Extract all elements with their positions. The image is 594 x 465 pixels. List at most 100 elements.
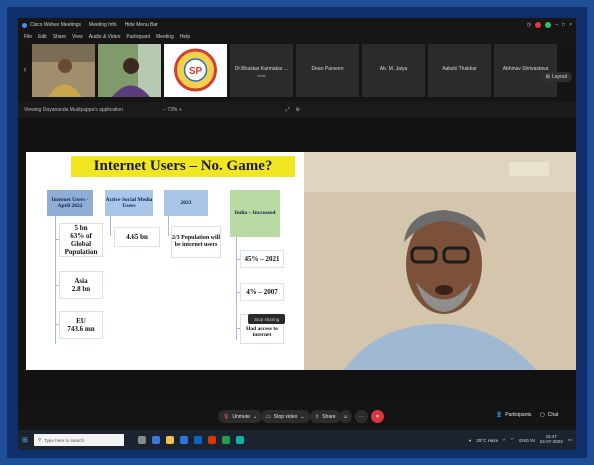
- participant-tile[interactable]: Ab. M. Jaiya: [362, 44, 425, 97]
- close-button[interactable]: ×: [569, 22, 572, 28]
- participant-name: Ab. M. Jaiya: [379, 66, 408, 72]
- stop-video-button[interactable]: ▭ Stop video ⌄: [261, 410, 310, 423]
- participant-tile[interactable]: Abhinav Shrivastava: [494, 44, 557, 97]
- task-view-icon[interactable]: [137, 436, 146, 444]
- connector-line: [168, 216, 169, 236]
- tray-arrow-icon[interactable]: ^: [503, 438, 505, 443]
- share-status-bar[interactable]: Stop sharing: [248, 314, 286, 324]
- share-label: Share: [322, 413, 336, 420]
- wifi-icon: ◠: [510, 437, 515, 442]
- shared-content-area: Internet Users – No. Game? Internet User…: [18, 118, 576, 403]
- slide-cell-asia: Asia 2.8 bn: [60, 272, 102, 298]
- participant-tile[interactable]: Dr.Bhaskar Karmakar ... Host: [230, 44, 293, 97]
- minimize-button[interactable]: –: [555, 22, 558, 28]
- speaker-man-icon: [304, 152, 576, 370]
- chrome-icon[interactable]: [221, 436, 230, 444]
- office-icon[interactable]: [207, 436, 216, 444]
- close-icon: ✕: [375, 413, 380, 420]
- slide-header-india: India – Increased: [230, 190, 280, 237]
- svg-text:SP: SP: [189, 66, 203, 77]
- participant-video-woman-icon: [32, 44, 95, 97]
- participant-video-woman-icon: [98, 44, 161, 97]
- menu-edit[interactable]: Edit: [38, 34, 47, 40]
- participant-tile-video[interactable]: [32, 44, 95, 97]
- date-text: 24-07-2022: [539, 439, 563, 444]
- menu-view[interactable]: View: [72, 34, 83, 40]
- mail-icon[interactable]: [193, 436, 202, 444]
- taskbar-apps: [137, 436, 244, 444]
- slide-cell-social: 4.65 bn: [115, 228, 159, 246]
- chevron-down-icon: ⌄: [252, 413, 258, 420]
- mic-muted-icon: 🎙: [223, 413, 230, 420]
- participant-strip: ‹ SP Dr.Bhaskar Karmakar ... Host Dean P…: [18, 42, 576, 102]
- slide-cell-2007: 4% – 2007: [241, 284, 283, 300]
- speaker-video: [304, 152, 576, 370]
- webex-taskbar-icon[interactable]: [235, 436, 244, 444]
- stop-sharing-label: Stop sharing: [254, 316, 280, 322]
- notification-icon[interactable]: ▭: [568, 437, 572, 443]
- slide-cell-2021: 45% – 2021: [241, 251, 283, 267]
- slide-cell-global: 5 bn 63% of Global Population: [60, 224, 102, 256]
- slide-header-2023: 2023: [164, 190, 208, 216]
- zoom-control[interactable]: − 73% +: [163, 107, 182, 113]
- participant-tile-logo[interactable]: SP: [164, 44, 227, 97]
- clock[interactable]: 15:47 24-07-2022: [539, 434, 563, 445]
- participants-label: Participants: [505, 412, 532, 418]
- menu-bar: File Edit Share View Audio & Video Parti…: [18, 32, 576, 42]
- taskbar-search-box[interactable]: ⚲ Type here to search: [33, 434, 124, 446]
- strip-prev-icon[interactable]: ‹: [20, 64, 30, 78]
- file-explorer-icon[interactable]: [165, 436, 174, 444]
- smile-icon: ☺: [342, 413, 349, 420]
- menu-meeting[interactable]: Meeting: [156, 34, 174, 40]
- connection-icon: [545, 22, 552, 28]
- language-indicator[interactable]: ENG IN: [519, 438, 535, 443]
- participant-name: Aakshi Thakkar: [442, 66, 477, 72]
- person-icon: 👤: [496, 412, 503, 418]
- store-icon[interactable]: [179, 436, 188, 444]
- webex-logo-icon: [22, 22, 27, 28]
- slide-cell-2023: 2/3 Population will be internet users: [172, 227, 220, 257]
- reactions-button[interactable]: ☺: [339, 410, 352, 423]
- window-controls: ◷ – □ ×: [527, 22, 572, 28]
- slide-header-internet-users: Internet Users - April 2022: [47, 190, 93, 216]
- maximize-button[interactable]: □: [562, 22, 565, 28]
- more-icon: ⋯: [359, 413, 364, 420]
- participants-button[interactable]: 👤 Participants: [496, 412, 531, 418]
- menu-share[interactable]: Share: [53, 34, 66, 40]
- unmute-button[interactable]: 🎙 Unmute ⌄: [218, 410, 263, 423]
- webex-window: Cisco Webex Meetings Meeting Info Hide M…: [18, 18, 576, 450]
- share-button[interactable]: ⇪ Share: [310, 410, 341, 423]
- edge-icon[interactable]: [151, 436, 160, 444]
- slide-cell-eu: EU 743.6 mn: [60, 312, 102, 338]
- connector-line: [236, 237, 237, 340]
- camera-icon: ▭: [266, 413, 271, 420]
- participant-tile[interactable]: Dean Parveen: [296, 44, 359, 97]
- windows-start-icon[interactable]: ⊞: [22, 436, 28, 444]
- more-options-button[interactable]: ⋯: [355, 410, 368, 423]
- slide-title: Internet Users – No. Game?: [71, 156, 295, 177]
- chevron-down-icon: ⌄: [300, 413, 305, 420]
- stop-video-label: Stop video: [273, 413, 298, 420]
- pop-out-icon[interactable]: ⤢: [286, 107, 290, 113]
- settings-gear-icon[interactable]: ⚙: [296, 107, 300, 113]
- search-icon: ⚲: [37, 437, 42, 442]
- windows-taskbar: ⊞ ⚲ Type here to search ● 29°C Haze ^ ◠ …: [18, 430, 576, 450]
- layout-icon: ⊞: [545, 74, 550, 80]
- hide-menu-bar-button[interactable]: Hide Menu Bar: [125, 22, 158, 28]
- participant-tile[interactable]: Aakshi Thakkar: [428, 44, 491, 97]
- chat-button[interactable]: ▢ Chat: [540, 412, 558, 418]
- weather-icon: ●: [468, 437, 472, 443]
- viewing-text: Viewing Dayananda Mudiyappa's applicatio…: [24, 107, 123, 113]
- menu-participant[interactable]: Participant: [126, 34, 150, 40]
- title-bar: Cisco Webex Meetings Meeting Info Hide M…: [18, 18, 576, 32]
- meeting-controls: 🎙 Unmute ⌄ ▭ Stop video ⌄ ⇪ Share ☺ ⋯ ✕ …: [18, 403, 576, 430]
- leave-meeting-button[interactable]: ✕: [371, 410, 384, 423]
- menu-audio-video[interactable]: Audio & Video: [89, 34, 121, 40]
- system-tray: ● 29°C Haze ^ ◠ ENG IN 15:47 24-07-2022 …: [468, 434, 572, 445]
- layout-button[interactable]: ⊞ Layout: [540, 72, 572, 82]
- recording-icon: [535, 22, 542, 28]
- participant-tile-video[interactable]: [98, 44, 161, 97]
- meeting-info-button[interactable]: Meeting Info: [89, 22, 117, 28]
- menu-help[interactable]: Help: [180, 34, 190, 40]
- menu-file[interactable]: File: [24, 34, 32, 40]
